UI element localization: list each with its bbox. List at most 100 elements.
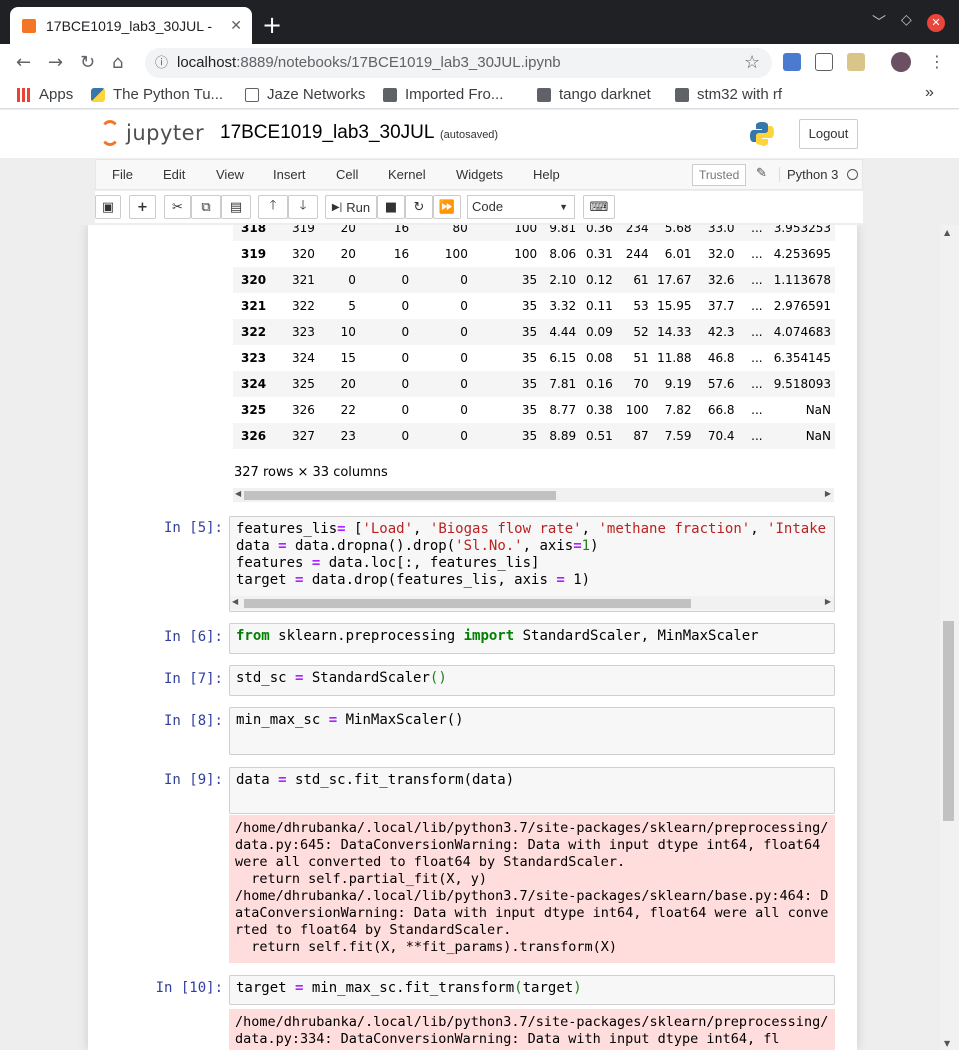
dataframe-cell: 0 <box>318 267 360 293</box>
dataframe-hscrollbar[interactable]: ◀ ▶ <box>233 488 834 502</box>
dataframe-cell: 0 <box>460 351 468 365</box>
restart-button[interactable]: ↻ <box>405 195 433 219</box>
dataframe-row: 323 324 15 0 0 35 6.15 0.08 51 11.88 46.8... 6.3541… <box>233 345 835 371</box>
dataframe-cell: 323 <box>280 319 319 345</box>
logout-button[interactable]: Logout <box>799 119 858 149</box>
move-up-button[interactable]: 🡑 <box>258 195 288 219</box>
copy-button[interactable]: ⧉ <box>191 195 221 219</box>
apps-grid-icon <box>17 87 31 102</box>
insert-cell-button[interactable]: + <box>129 195 156 219</box>
scroll-right-icon[interactable]: ▶ <box>825 597 831 606</box>
dataframe-index-cell: 326 <box>233 423 281 449</box>
menu-edit[interactable]: Edit <box>163 167 185 182</box>
scroll-up-icon[interactable]: ▲ <box>944 228 950 237</box>
back-arrow-icon[interactable]: ← <box>16 52 31 73</box>
dataframe-cell: 320 <box>292 247 315 261</box>
dataframe-row: 326 327 23 0 0 35 8.89 0.51 87 7.59 70.4... NaN <box>233 423 835 449</box>
cell-6-code[interactable]: from sklearn.preprocessing import Standa… <box>230 624 834 649</box>
bookmark-python-tutorial[interactable]: The Python Tu... <box>91 86 223 103</box>
reader-mode-icon[interactable] <box>815 53 833 71</box>
cell-10-input[interactable]: target = min_max_sc.fit_transform(target… <box>229 975 835 1005</box>
browser-tab-active[interactable]: 17BCE1019_lab3_30JUL - ✕ <box>10 7 252 44</box>
menu-view[interactable]: View <box>216 167 244 182</box>
scroll-down-icon[interactable]: ▼ <box>944 1039 950 1048</box>
bookmark-label: The Python Tu... <box>113 86 224 103</box>
home-icon[interactable]: ⌂ <box>112 52 123 73</box>
dataframe-cell: 0.09 <box>580 319 617 345</box>
extension-search-icon[interactable] <box>783 53 801 71</box>
menu-insert[interactable]: Insert <box>273 167 306 182</box>
dataframe-cell: NaN <box>766 423 835 449</box>
cell-9-code[interactable]: data = std_sc.fit_transform(data) <box>230 768 834 793</box>
menu-cell[interactable]: Cell <box>336 167 358 182</box>
notebook-name[interactable]: 17BCE1019_lab3_30JUL <box>220 122 434 144</box>
trusted-indicator[interactable]: Trusted <box>692 164 747 186</box>
restart-run-all-button[interactable]: ⏩ <box>433 195 461 219</box>
image-extension-icon[interactable] <box>847 53 865 71</box>
site-info-icon[interactable]: ⓘ <box>155 48 168 78</box>
stop-icon: ■ <box>384 199 398 215</box>
new-tab-button[interactable]: + <box>262 13 282 37</box>
menu-kernel[interactable]: Kernel <box>388 167 426 182</box>
cell-7-code[interactable]: std_sc = StandardScaler() <box>230 666 834 691</box>
address-bar[interactable]: ⓘ localhost:8889/notebooks/17BCE1019_lab… <box>145 48 772 78</box>
dataframe-cell: 7.82 <box>664 403 692 417</box>
dataframe-cell: 0 <box>359 371 414 397</box>
paste-button[interactable]: ▤ <box>221 195 251 219</box>
move-down-button[interactable]: 🡓 <box>288 195 318 219</box>
cell-6-input[interactable]: from sklearn.preprocessing import Standa… <box>229 623 835 654</box>
bookmark-star-icon[interactable]: ☆ <box>744 52 760 73</box>
cell-8-code[interactable]: min_max_sc = MinMaxScaler() <box>230 708 834 733</box>
tab-close-icon[interactable]: ✕ <box>230 18 242 34</box>
browser-menu-icon[interactable]: ⋮ <box>929 52 945 71</box>
dataframe-cell: 66.8 <box>707 403 735 417</box>
cell-5-hscrollbar[interactable]: ◀ ▶ <box>230 596 834 610</box>
cell-5-input[interactable]: features_lis= ['Load', 'Biogas flow rate… <box>229 516 835 612</box>
dropdown-caret-icon: ▼ <box>559 202 568 212</box>
dataframe-cell: 46.8 <box>707 351 735 365</box>
cell-5-code[interactable]: features_lis= ['Load', 'Biogas flow rate… <box>230 517 834 593</box>
bookmark-jaze-networks[interactable]: Jaze Networks <box>245 86 365 103</box>
menu-widgets[interactable]: Widgets <box>456 167 503 182</box>
profile-avatar[interactable] <box>891 52 911 72</box>
page-vscrollbar[interactable]: ▲ ▼ <box>940 225 959 1050</box>
jupyter-logo[interactable]: jupyter <box>100 120 204 146</box>
interrupt-button[interactable]: ■ <box>377 195 405 219</box>
cut-button[interactable]: ✂ <box>164 195 191 219</box>
cell-9-input[interactable]: data = std_sc.fit_transform(data) <box>229 767 835 814</box>
dataframe-table: 318 319 20 16 80 100 9.81 0.36 234 5.68 33.0... 3.9… <box>233 225 835 449</box>
bookmark-tango-darknet[interactable]: tango darknet <box>537 86 651 103</box>
cell-type-select[interactable]: Code ▼ <box>467 195 575 219</box>
bookmark-stm32[interactable]: stm32 with rf <box>675 86 782 103</box>
dataframe-row: 318 319 20 16 80 100 9.81 0.36 234 5.68 33.0... 3.9… <box>233 225 835 241</box>
reload-icon[interactable]: ↻ <box>80 52 95 73</box>
page-vscroll-thumb[interactable] <box>943 621 954 821</box>
folder-icon <box>383 87 397 102</box>
save-button[interactable]: ▣ <box>95 195 121 219</box>
scroll-right-icon[interactable]: ▶ <box>825 489 831 498</box>
cell-8-prompt: In [8]: <box>163 713 223 729</box>
forward-arrow-icon[interactable]: → <box>48 52 63 73</box>
menu-file[interactable]: File <box>112 167 133 182</box>
dataframe-cell: 326 <box>292 403 315 417</box>
menu-help[interactable]: Help <box>533 167 560 182</box>
window-close-icon[interactable]: ✕ <box>927 14 945 32</box>
bookmarks-overflow-icon[interactable]: » <box>925 84 934 102</box>
maximize-icon[interactable]: ◇ <box>901 12 912 28</box>
dataframe-cell: 20 <box>318 371 360 397</box>
run-button[interactable]: ▶| Run <box>325 195 377 219</box>
cell-5-hscroll-thumb[interactable] <box>244 599 691 608</box>
dataframe-index-cell: 321 <box>241 299 267 313</box>
scroll-left-icon[interactable]: ◀ <box>232 597 238 606</box>
cell-7-input[interactable]: std_sc = StandardScaler() <box>229 665 835 696</box>
command-palette-button[interactable]: ⌨ <box>583 195 615 219</box>
dataframe-cell: 33.0 <box>695 225 739 241</box>
scroll-left-icon[interactable]: ◀ <box>235 489 241 498</box>
minimize-icon[interactable]: ﹀ <box>872 12 886 32</box>
cell-10-code[interactable]: target = min_max_sc.fit_transform(target… <box>230 976 834 1001</box>
bookmark-apps[interactable]: Apps <box>17 86 73 103</box>
dataframe-hscroll-thumb[interactable] <box>244 491 556 500</box>
keyboard-icon: ⌨ <box>589 199 609 215</box>
cell-8-input[interactable]: min_max_sc = MinMaxScaler() <box>229 707 835 755</box>
bookmark-imported[interactable]: Imported Fro... <box>383 86 503 103</box>
